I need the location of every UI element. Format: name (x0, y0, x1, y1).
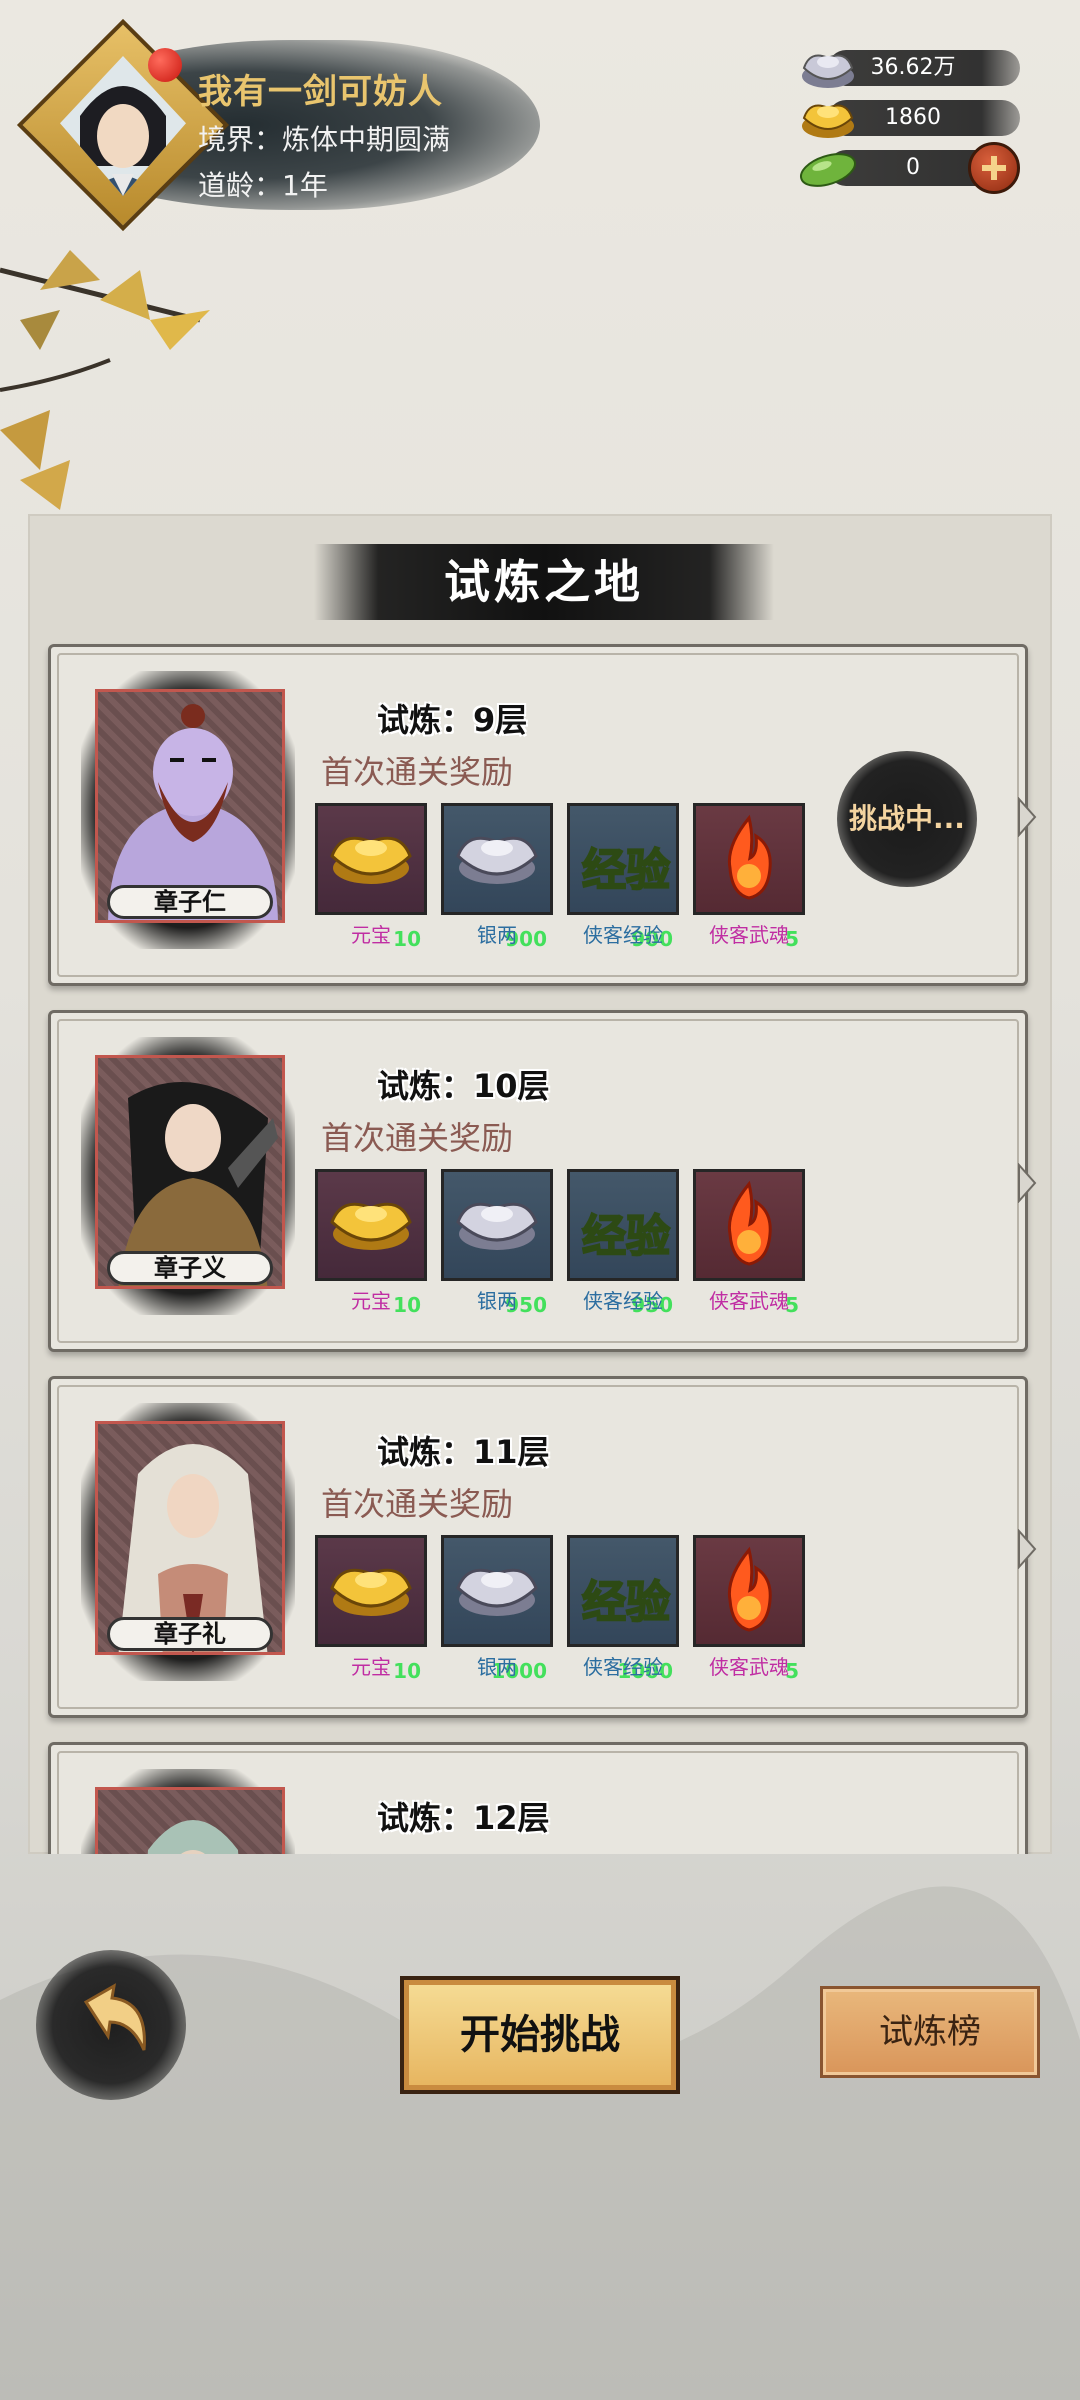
boss-name: 章子义 (107, 1251, 273, 1285)
reward-item[interactable]: 950 银两 (441, 1169, 553, 1319)
first-clear-reward-label: 首次通关奖励 (321, 1485, 514, 1523)
trial-card[interactable]: 章子礼 试炼：11层 首次通关奖励 10 元宝 1000 银两 经验 1000 … (48, 1376, 1037, 1718)
exp-icon: 经验 (581, 1210, 671, 1263)
challenge-status-button[interactable]: 挑战中... (837, 751, 977, 887)
back-arrow-icon (83, 1983, 146, 2051)
card-arrow-icon (1018, 797, 1037, 837)
reward-item[interactable]: 5 侠客武魂 (693, 1535, 805, 1685)
gold-ingot-icon (330, 1568, 412, 1616)
title-banner: 试炼之地 (314, 544, 774, 620)
trial-floor: 试炼：10层 (377, 1067, 550, 1105)
reward-item[interactable]: 5 侠客武魂 (693, 1169, 805, 1319)
start-challenge-button[interactable]: 开始挑战 (400, 1976, 680, 2094)
reward-item[interactable]: 5 侠客武魂 (693, 803, 805, 953)
silver-ingot-icon (456, 1202, 538, 1250)
branch-decoration (0, 250, 210, 510)
silver-ingot-icon (456, 1568, 538, 1616)
reward-item[interactable]: 10 元宝 (315, 1535, 427, 1685)
back-button[interactable] (36, 1950, 186, 2100)
jade-amount: 0 (906, 155, 920, 180)
trial-panel: 试炼之地 章子仁 试炼：9层 首次通关奖励 10 元宝 900 银两 经验 90… (28, 514, 1052, 1854)
reward-item[interactable]: 经验 900 侠客经验 (567, 803, 679, 953)
trial-floor: 试炼：12层 (377, 1799, 550, 1837)
reward-item[interactable]: 经验 950 侠客经验 (567, 1169, 679, 1319)
player-name: 我有一剑可妨人 (198, 72, 443, 112)
silver-ingot-icon (456, 836, 538, 884)
card-arrow-icon (1018, 1163, 1037, 1203)
reward-item[interactable]: 1000 银两 (441, 1535, 553, 1685)
player-realm: 境界：炼体中期圆满 (198, 123, 451, 156)
boss-name: 章子礼 (107, 1617, 273, 1651)
reward-item[interactable]: 10 元宝 (315, 803, 427, 953)
fire-soul-icon (727, 1180, 772, 1266)
first-clear-reward-label: 首次通关奖励 (321, 753, 514, 791)
trial-floor: 试炼：11层 (377, 1433, 550, 1471)
panel-title: 试炼之地 (444, 555, 644, 609)
fire-soul-icon (727, 814, 772, 900)
exp-icon: 经验 (581, 844, 671, 897)
exp-icon: 经验 (581, 1576, 671, 1629)
trial-card[interactable]: 章子仁 试炼：9层 首次通关奖励 10 元宝 900 银两 经验 900 侠客经… (48, 644, 1037, 986)
first-clear-reward-label: 首次通关奖励 (321, 1119, 514, 1157)
boss-name: 章子仁 (107, 885, 273, 919)
reward-item[interactable]: 10 元宝 (315, 1169, 427, 1319)
gold-currency: 1860 (798, 96, 1020, 140)
gold-ingot-icon (330, 1202, 412, 1250)
reward-item[interactable]: 经验 1000 侠客经验 (567, 1535, 679, 1685)
boss-portrait[interactable] (95, 1787, 285, 1854)
silver-amount: 36.62万 (870, 55, 956, 80)
trial-card[interactable]: 试炼：12层 首次通关奖励 (48, 1742, 1028, 1854)
gold-amount: 1860 (885, 105, 941, 130)
reward-item[interactable]: 900 银两 (441, 803, 553, 953)
notification-dot (148, 48, 182, 82)
trial-floor: 试炼：9层 (377, 701, 528, 739)
gold-ingot-icon (330, 836, 412, 884)
jade-currency: 0 (798, 142, 1020, 194)
player-age: 道龄：1年 (198, 169, 328, 202)
add-jade-button[interactable] (968, 142, 1020, 194)
trial-ranking-button[interactable]: 试炼榜 (820, 1986, 1040, 2078)
trial-card[interactable]: 章子义 试炼：10层 首次通关奖励 10 元宝 950 银两 经验 950 侠客… (48, 1010, 1037, 1352)
first-clear-reward-label: 首次通关奖励 (321, 1845, 513, 1854)
silver-currency: 36.62万 (798, 46, 1020, 90)
card-arrow-icon (1018, 1529, 1037, 1569)
fire-soul-icon (727, 1546, 772, 1632)
